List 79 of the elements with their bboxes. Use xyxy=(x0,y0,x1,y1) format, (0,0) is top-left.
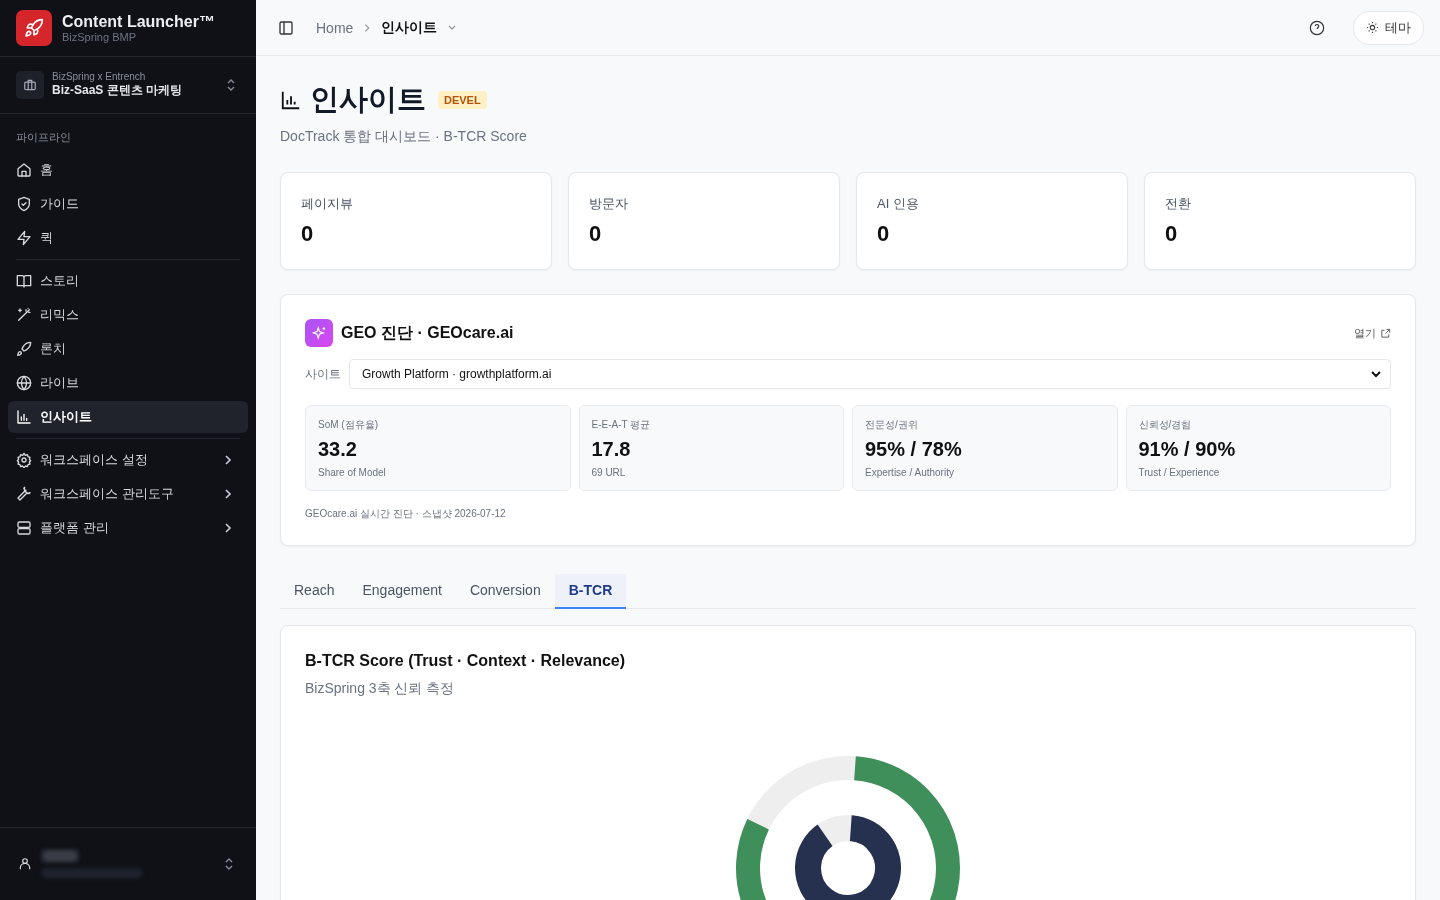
metric-label: 신뢰성/경험 xyxy=(1138,418,1193,432)
sidebar-item[interactable]: 스토리 xyxy=(8,265,248,297)
blurred-name xyxy=(42,850,78,862)
section-label: 파이프라인 xyxy=(15,130,72,145)
stat-value: 0 xyxy=(301,221,315,247)
breadcrumb-current: 인사이트 xyxy=(381,18,438,37)
metric-note: Share of Model xyxy=(318,467,387,478)
tab[interactable]: Reach xyxy=(280,574,349,609)
home-icon xyxy=(16,162,32,178)
chevron-right-icon xyxy=(224,488,232,500)
tab[interactable]: Conversion xyxy=(455,574,555,609)
sidebar-item[interactable]: 라이브 xyxy=(8,367,248,399)
footnote: GEOcare.ai 실시간 진단 · 스냅샷 2026-07-12 xyxy=(305,507,507,521)
theme-button[interactable]: 테마 xyxy=(1353,10,1424,45)
sidebar-item[interactable]: 워크스페이스 설정 xyxy=(8,444,248,476)
card-title: GEO 진단 · GEOcare.ai xyxy=(341,322,514,343)
sidebar-item[interactable]: 플랫폼 관리 xyxy=(8,512,248,544)
site-label: 사이트 xyxy=(305,365,341,383)
book-icon xyxy=(16,273,32,289)
metric-label: SoM (점유율) xyxy=(318,418,379,432)
metric-value: 33.2 xyxy=(318,438,358,461)
metric-value: 17.8 xyxy=(591,438,632,461)
app-title: Content Launcher™ xyxy=(62,13,215,31)
stat-label: 페이지뷰 xyxy=(301,195,354,213)
site-select[interactable]: Growth Platform · growthplatform.ai xyxy=(349,359,1391,389)
metric-note: Expertise / Authority xyxy=(865,467,955,478)
card-title: B-TCR Score (Trust · Context · Relevance) xyxy=(305,652,626,670)
rocket-logo-icon xyxy=(16,10,52,46)
sidebar-item[interactable]: 론치 xyxy=(8,333,248,365)
sun-icon xyxy=(1366,21,1379,34)
settings-icon xyxy=(16,452,32,468)
metric-label: 전문성/권위 xyxy=(865,418,919,432)
bar-chart-icon xyxy=(16,409,32,425)
magic-wand-icon xyxy=(16,307,32,323)
chevron-right-icon xyxy=(224,522,232,534)
stat-label: 전환 xyxy=(1165,195,1192,213)
briefcase-icon xyxy=(16,71,44,99)
devel-badge: DEVEL xyxy=(438,91,487,109)
rocket-icon xyxy=(16,341,32,357)
caret-icon[interactable] xyxy=(447,23,458,32)
stat-value: 0 xyxy=(877,221,891,247)
lightning-icon xyxy=(16,230,32,246)
sidebar-item[interactable]: 홈 xyxy=(8,154,248,186)
sidebar-item[interactable]: 워크스페이스 관리도구 xyxy=(8,478,248,510)
sidebar-item[interactable]: 인사이트 xyxy=(8,401,248,433)
metric-note: Trust / Experience xyxy=(1138,467,1221,478)
shield-check-icon xyxy=(16,196,32,212)
wrench-icon xyxy=(16,486,32,502)
page-subtitle: DocTrack 통합 대시보드 · B-TCR Score xyxy=(280,128,528,146)
workspace-switcher[interactable]: BizSpring x Entrench Biz-SaaS 콘텐츠 마케팅 xyxy=(0,57,256,114)
stat-label: 방문자 xyxy=(589,195,629,213)
sidebar-item[interactable]: 퀵 xyxy=(8,222,248,254)
chevron-right-icon xyxy=(224,454,232,466)
stat-value: 0 xyxy=(589,221,603,247)
breadcrumb-link[interactable]: Home xyxy=(316,19,354,36)
sidebar-item[interactable]: 리믹스 xyxy=(8,299,248,331)
tab[interactable]: Engagement xyxy=(348,574,456,609)
breadcrumb-separator-icon xyxy=(363,22,372,33)
metric-label: E-E-A-T 평균 xyxy=(591,418,652,432)
metric-note: 69 URL xyxy=(591,467,627,478)
stat-label: AI 인용 xyxy=(877,195,920,213)
chevron-updown-icon xyxy=(224,857,234,871)
open-link[interactable]: 열기 xyxy=(1354,325,1391,341)
tab[interactable]: B-TCR xyxy=(554,574,627,609)
globe-icon xyxy=(16,375,32,391)
external-link-icon xyxy=(1380,327,1391,339)
metric-value: 91% / 90% xyxy=(1138,438,1237,461)
stat-value: 0 xyxy=(1165,221,1179,247)
bar-chart-icon xyxy=(280,89,302,111)
sidebar-item[interactable]: 가이드 xyxy=(8,188,248,220)
page-title: 인사이트 xyxy=(310,82,426,117)
app-subtitle: BizSpring BMP xyxy=(62,31,137,43)
chevron-updown-icon xyxy=(226,78,236,92)
server-icon xyxy=(16,520,32,536)
chevron-down-icon xyxy=(1370,370,1382,378)
metric-value: 95% / 78% xyxy=(865,438,963,461)
card-subtitle: BizSpring 3축 신뢰 측정 xyxy=(305,680,455,698)
user-icon xyxy=(18,857,32,871)
sparkle-icon xyxy=(305,319,333,347)
